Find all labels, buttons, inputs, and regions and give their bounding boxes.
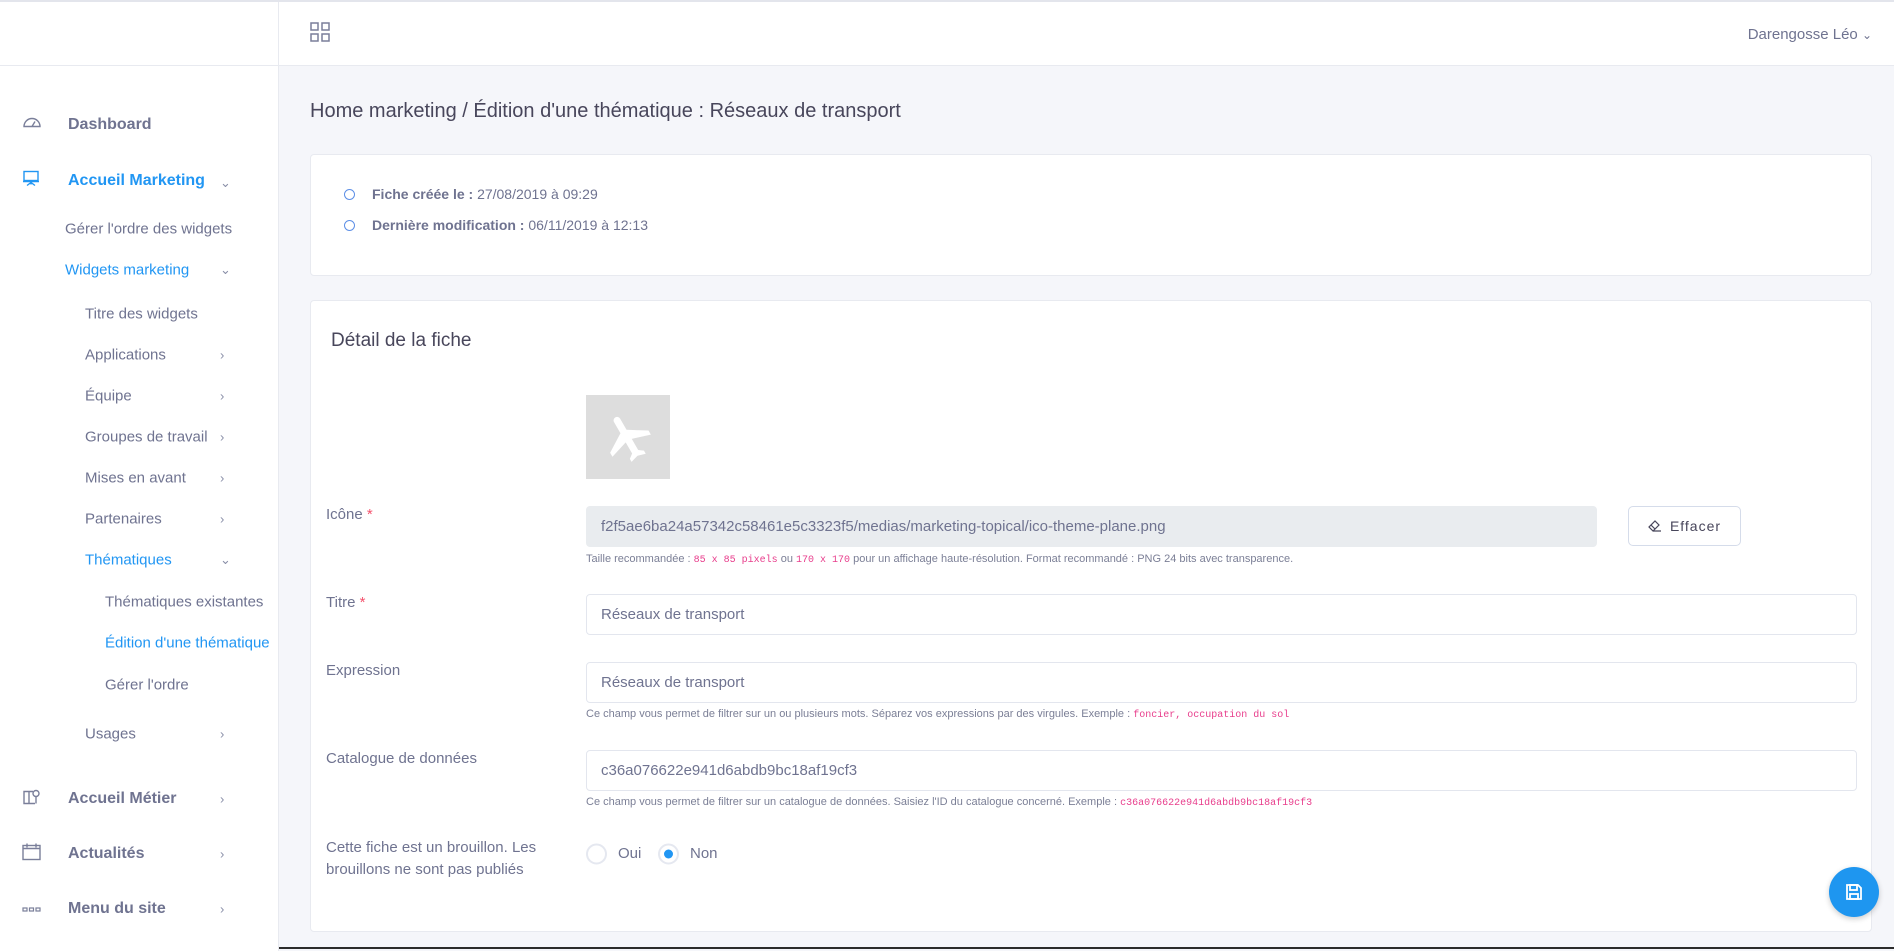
created-info: Fiche créée le : 27/08/2019 à 09:29 bbox=[372, 186, 598, 202]
calendar-icon bbox=[22, 843, 41, 866]
sidebar-item-menu-du-site[interactable]: Menu du site bbox=[68, 900, 166, 918]
icon-preview bbox=[586, 395, 670, 479]
plane-icon bbox=[610, 416, 651, 462]
sidebar-item-titre-widgets[interactable]: Titre des widgets bbox=[85, 306, 198, 323]
floppy-disk-icon bbox=[1846, 884, 1862, 900]
icon-path-input[interactable]: f2f5ae6ba24a57342c58461e5c3323f5/medias/… bbox=[586, 506, 1597, 547]
draft-radio-oui[interactable] bbox=[586, 843, 607, 865]
draft-label: Cette fiche est un brouillon. Les brouill… bbox=[326, 839, 537, 878]
top-bar: Darengosse Léo ⌄ bbox=[279, 2, 1894, 66]
modified-info: Dernière modification : 06/11/2019 à 12:… bbox=[372, 217, 648, 233]
sidebar-item-edition-thematique[interactable]: Édition d'une thématique bbox=[105, 635, 270, 652]
sidebar-item-partenaires[interactable]: Partenaires bbox=[85, 511, 162, 528]
sidebar-item-thematiques-existantes[interactable]: Thématiques existantes bbox=[105, 594, 263, 611]
sidebar-item-actualites[interactable]: Actualités bbox=[68, 845, 144, 863]
icon-label: Icône * bbox=[326, 506, 373, 523]
sidebar-item-usages[interactable]: Usages bbox=[85, 726, 136, 743]
grid-icon[interactable] bbox=[310, 22, 330, 47]
sidebar-item-widgets-marketing[interactable]: Widgets marketing bbox=[65, 262, 189, 279]
expression-input[interactable]: Réseaux de transport bbox=[586, 662, 1857, 703]
catalogue-input[interactable]: c36a076622e941d6abdb9bc18af19cf3 bbox=[586, 750, 1857, 791]
titre-input[interactable]: Réseaux de transport bbox=[586, 594, 1857, 635]
sidebar-item-dashboard[interactable]: Dashboard bbox=[68, 116, 152, 134]
titre-label: Titre * bbox=[326, 594, 366, 611]
bullet-icon bbox=[344, 220, 355, 231]
catalogue-label: Catalogue de données bbox=[326, 750, 477, 767]
chevron-down-icon: ⌄ bbox=[220, 175, 231, 190]
icon-help: Taille recommandée : 85 x 85 pixels ou 1… bbox=[586, 553, 1294, 566]
sidebar-item-gerer-ordre-widgets[interactable]: Gérer l'ordre des widgets bbox=[65, 221, 232, 238]
map-pin-icon bbox=[22, 788, 42, 811]
bullet-icon bbox=[344, 189, 355, 200]
expression-label: Expression bbox=[326, 662, 401, 679]
page-title: Home marketing / Édition d'une thématiqu… bbox=[310, 100, 901, 122]
chevron-right-icon: › bbox=[220, 726, 225, 742]
chevron-down-icon: ⌄ bbox=[220, 262, 231, 277]
chevron-down-icon: ⌄ bbox=[220, 552, 231, 567]
menu-dots-icon bbox=[22, 900, 41, 918]
sidebar: Dashboard Accueil Marketing ⌄ Gérer l'or… bbox=[0, 2, 279, 951]
gauge-icon bbox=[22, 115, 42, 136]
chevron-down-icon: ⌄ bbox=[1861, 28, 1872, 42]
chevron-right-icon: › bbox=[220, 429, 225, 445]
sidebar-item-groupes-travail[interactable]: Groupes de travail bbox=[85, 429, 208, 446]
chevron-right-icon: › bbox=[220, 791, 225, 807]
chevron-right-icon: › bbox=[220, 347, 225, 363]
sidebar-item-thematiques[interactable]: Thématiques bbox=[85, 552, 172, 569]
chevron-right-icon: › bbox=[220, 511, 225, 527]
presentation-icon bbox=[22, 170, 40, 193]
chevron-right-icon: › bbox=[220, 846, 225, 862]
chevron-right-icon: › bbox=[220, 470, 225, 486]
sidebar-item-accueil-metier[interactable]: Accueil Métier bbox=[68, 790, 176, 808]
sidebar-item-accueil-marketing[interactable]: Accueil Marketing bbox=[68, 172, 205, 190]
save-button[interactable] bbox=[1829, 867, 1879, 917]
eraser-icon bbox=[1648, 519, 1661, 532]
sidebar-item-mises-en-avant[interactable]: Mises en avant bbox=[85, 470, 186, 487]
sidebar-item-equipe[interactable]: Équipe bbox=[85, 388, 132, 405]
card-title: Détail de la fiche bbox=[331, 330, 472, 351]
user-name: Darengosse Léo bbox=[1747, 26, 1858, 43]
sidebar-item-applications[interactable]: Applications bbox=[85, 347, 166, 364]
expression-help: Ce champ vous permet de filtrer sur un o… bbox=[586, 708, 1290, 721]
draft-option-oui: Oui bbox=[618, 845, 642, 862]
catalogue-help: Ce champ vous permet de filtrer sur un c… bbox=[586, 796, 1313, 809]
sidebar-header bbox=[0, 2, 279, 66]
info-card: Fiche créée le : 27/08/2019 à 09:29 Dern… bbox=[310, 154, 1872, 276]
chevron-right-icon: › bbox=[220, 901, 225, 917]
clear-button[interactable]: Effacer bbox=[1628, 506, 1741, 546]
draft-radio-non[interactable] bbox=[658, 843, 679, 865]
user-menu[interactable]: Darengosse Léo ⌄ bbox=[1748, 26, 1872, 43]
draft-option-non: Non bbox=[690, 845, 718, 862]
chevron-right-icon: › bbox=[220, 388, 225, 404]
sidebar-item-gerer-ordre[interactable]: Gérer l'ordre bbox=[105, 677, 189, 694]
